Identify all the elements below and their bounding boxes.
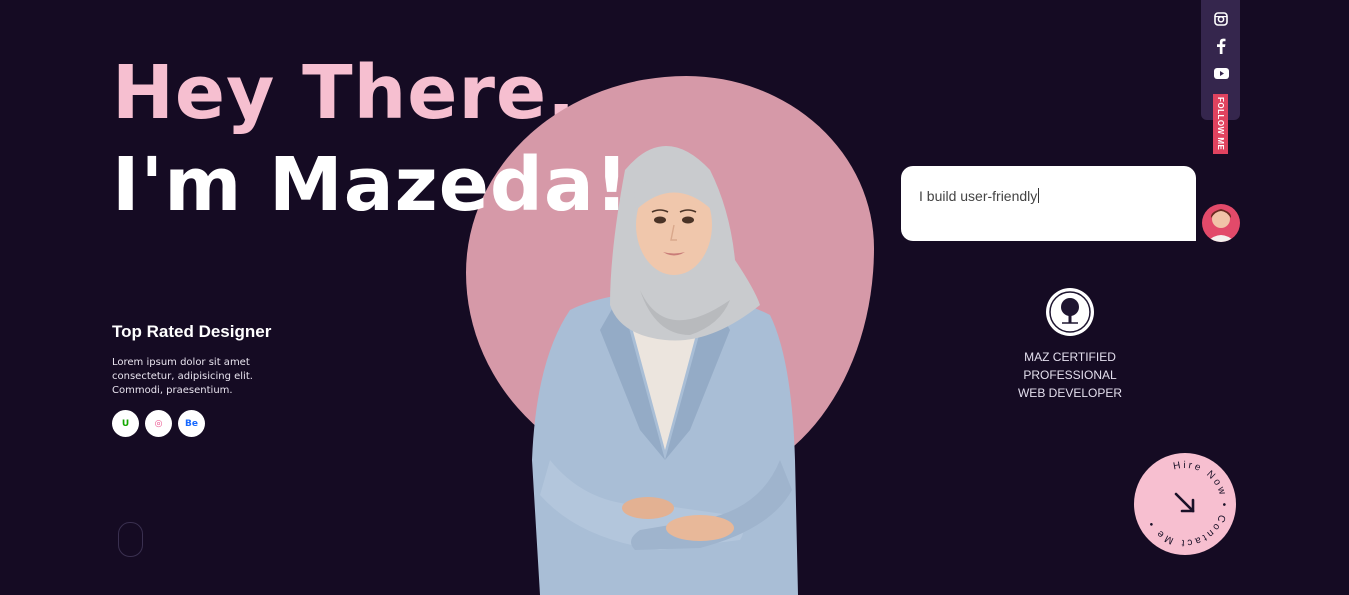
certification-logo-icon [1046,288,1094,336]
youtube-icon[interactable] [1213,65,1229,81]
avatar [1202,204,1240,242]
designer-info: Top Rated Designer Lorem ipsum dolor sit… [112,322,332,437]
facebook-icon[interactable] [1213,38,1229,54]
follow-me-tag[interactable]: FOLLOW ME [1213,94,1228,154]
scroll-indicator-icon[interactable] [118,522,143,557]
avatar-face-icon [1207,209,1235,242]
designer-title: Top Rated Designer [112,322,272,341]
arrow-down-right-icon [1174,492,1195,513]
upwork-icon[interactable]: U [112,410,139,437]
certification-line-3: WEB DEVELOPER [1017,386,1123,400]
certification-block: MAZ CERTIFIED PROFESSIONAL WEB DEVELOPER [1010,288,1130,402]
chat-bubble: I build user-friendly [901,166,1196,241]
dribbble-icon[interactable]: ◎ [145,410,172,437]
hire-now-button[interactable]: Hire Now • Contact Me • [1134,453,1236,555]
certification-line-1: MAZ CERTIFIED [1024,350,1116,364]
certification-line-2: PROFESSIONAL [1023,368,1117,382]
social-links: U ◎ Be [112,410,332,437]
text-cursor [1038,188,1040,203]
follow-me-label: FOLLOW ME [1216,97,1225,151]
instagram-icon[interactable] [1213,11,1229,27]
hero-name: I'm Mazeda! [112,142,630,228]
behance-icon[interactable]: Be [178,410,205,437]
chat-text: I build user-friendly [919,188,1038,204]
designer-description: Lorem ipsum dolor sit amet consectetur, … [112,357,253,396]
hire-badge-graphic: Hire Now • Contact Me • [1145,460,1226,548]
